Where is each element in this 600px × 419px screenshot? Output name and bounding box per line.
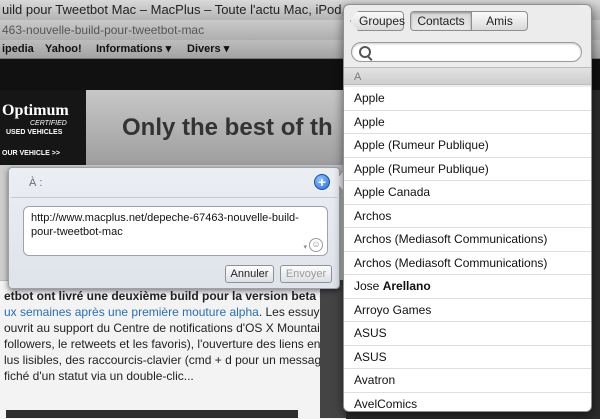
contact-row[interactable]: Apple (Rumeur Publique) [344, 134, 591, 158]
contact-list: Apple Apple Apple (Rumeur Publique) Apple (… [344, 87, 591, 411]
contact-row[interactable]: Apple (Rumeur Publique) [344, 157, 591, 181]
article-line: followers, le retweets et les favoris), … [4, 337, 321, 351]
recipient-label: À : [29, 177, 43, 189]
ad-banner-main[interactable]: Only the best of th [86, 90, 346, 165]
article-line: lus lisibles, des raccourcis-clavier (cm… [4, 353, 328, 367]
ad-brand: Optimum [2, 102, 69, 119]
contact-name: Apple (Rumeur Publique) [354, 161, 489, 176]
contact-row[interactable]: Apple Canada [344, 181, 591, 205]
ad-headline: Only the best of th [122, 114, 333, 141]
bookmark-divers[interactable]: Divers ▾ [187, 40, 229, 58]
contact-row[interactable]: Apple [344, 87, 591, 111]
tab-group: Contacts Amis [410, 11, 528, 31]
message-field[interactable]: http://www.macplus.net/depeche-67463-nou… [23, 206, 328, 256]
contact-name: Apple (Rumeur Publique) [354, 138, 489, 152]
contact-row[interactable]: Archos [344, 204, 591, 228]
contact-name: AvelComics [354, 396, 418, 411]
contact-name: Avatron [354, 373, 396, 387]
ad-cta-link[interactable]: OUR VEHICLE >> [2, 150, 60, 157]
contact-name: Arroyo Games [354, 302, 432, 317]
divider [11, 197, 337, 198]
contact-row[interactable]: Archos (Mediasoft Communications) [344, 228, 591, 252]
ad-used-vehicles: USED VEHICLES [6, 129, 63, 136]
contact-name: Archos (Mediasoft Communications) [354, 255, 548, 270]
send-button[interactable]: Envoyer [280, 265, 332, 283]
page-bottom-bar [6, 410, 298, 418]
contact-name: ASUS [354, 349, 387, 364]
search-icon [359, 46, 371, 58]
contact-name: Archos [354, 208, 392, 223]
contact-name: Apple [354, 114, 385, 129]
bookmark-informations[interactable]: Informations ▾ [96, 40, 171, 58]
contact-name: Jose [354, 279, 380, 293]
emoji-icon[interactable]: ☺ [309, 238, 323, 252]
message-text[interactable]: http://www.macplus.net/depeche-67463-nou… [31, 211, 311, 239]
contact-row[interactable]: Apple [344, 110, 591, 134]
contact-last-name: Arellano [382, 279, 431, 293]
add-contact-button[interactable]: + [314, 174, 330, 190]
ad-certified: CERTIFIED [30, 120, 67, 127]
groups-label: Groupes [359, 14, 406, 28]
resize-grip-icon[interactable]: ▾ [303, 243, 307, 251]
contact-name: ASUS [354, 326, 387, 340]
contact-row[interactable]: ASUS [344, 322, 591, 346]
contact-row[interactable]: Archos (Mediasoft Communications) [344, 251, 591, 275]
article-line: ux semaines après une première mouture a… [4, 305, 343, 320]
contact-row[interactable]: Arroyo Games [344, 298, 591, 322]
cancel-button[interactable]: Annuler [225, 265, 274, 283]
article-line: etbot ont livré une deuxième build pour … [4, 289, 335, 303]
search-input[interactable] [351, 42, 582, 62]
compose-dialog: À : + http://www.macplus.net/depeche-674… [8, 167, 340, 289]
section-header: A [344, 67, 591, 85]
contact-name: Archos (Mediasoft Communications) [354, 232, 548, 246]
contact-row[interactable]: Jose Arellano [344, 275, 591, 299]
ad-banner-left[interactable]: Optimum CERTIFIED USED VEHICLES OUR VEHI… [0, 90, 86, 165]
bookmark-yahoo[interactable]: Yahoo! [45, 40, 82, 58]
bookmark-wikipedia[interactable]: ipedia [2, 40, 34, 58]
contact-name: Apple [354, 91, 385, 105]
contact-name: Apple Canada [354, 185, 431, 199]
contact-row[interactable]: Avatron [344, 369, 591, 393]
article-line: ouvrit au support du Centre de notificat… [4, 321, 327, 335]
tab-amis[interactable]: Amis [472, 12, 527, 30]
article-line: fiché d'un statut via un double-clic... [4, 369, 194, 383]
tab-contacts[interactable]: Contacts [411, 12, 472, 30]
contact-row[interactable]: ASUS [344, 345, 591, 369]
article-link[interactable]: ux semaines après une première mouture a… [4, 305, 259, 319]
groups-back-button[interactable]: Groupes [350, 11, 406, 31]
contacts-popover: Groupes Contacts Amis A Apple Apple Apple … [343, 4, 592, 412]
article-body: etbot ont livré une deuxième build pour … [0, 280, 346, 419]
contact-row[interactable]: AvelComics [344, 392, 591, 411]
